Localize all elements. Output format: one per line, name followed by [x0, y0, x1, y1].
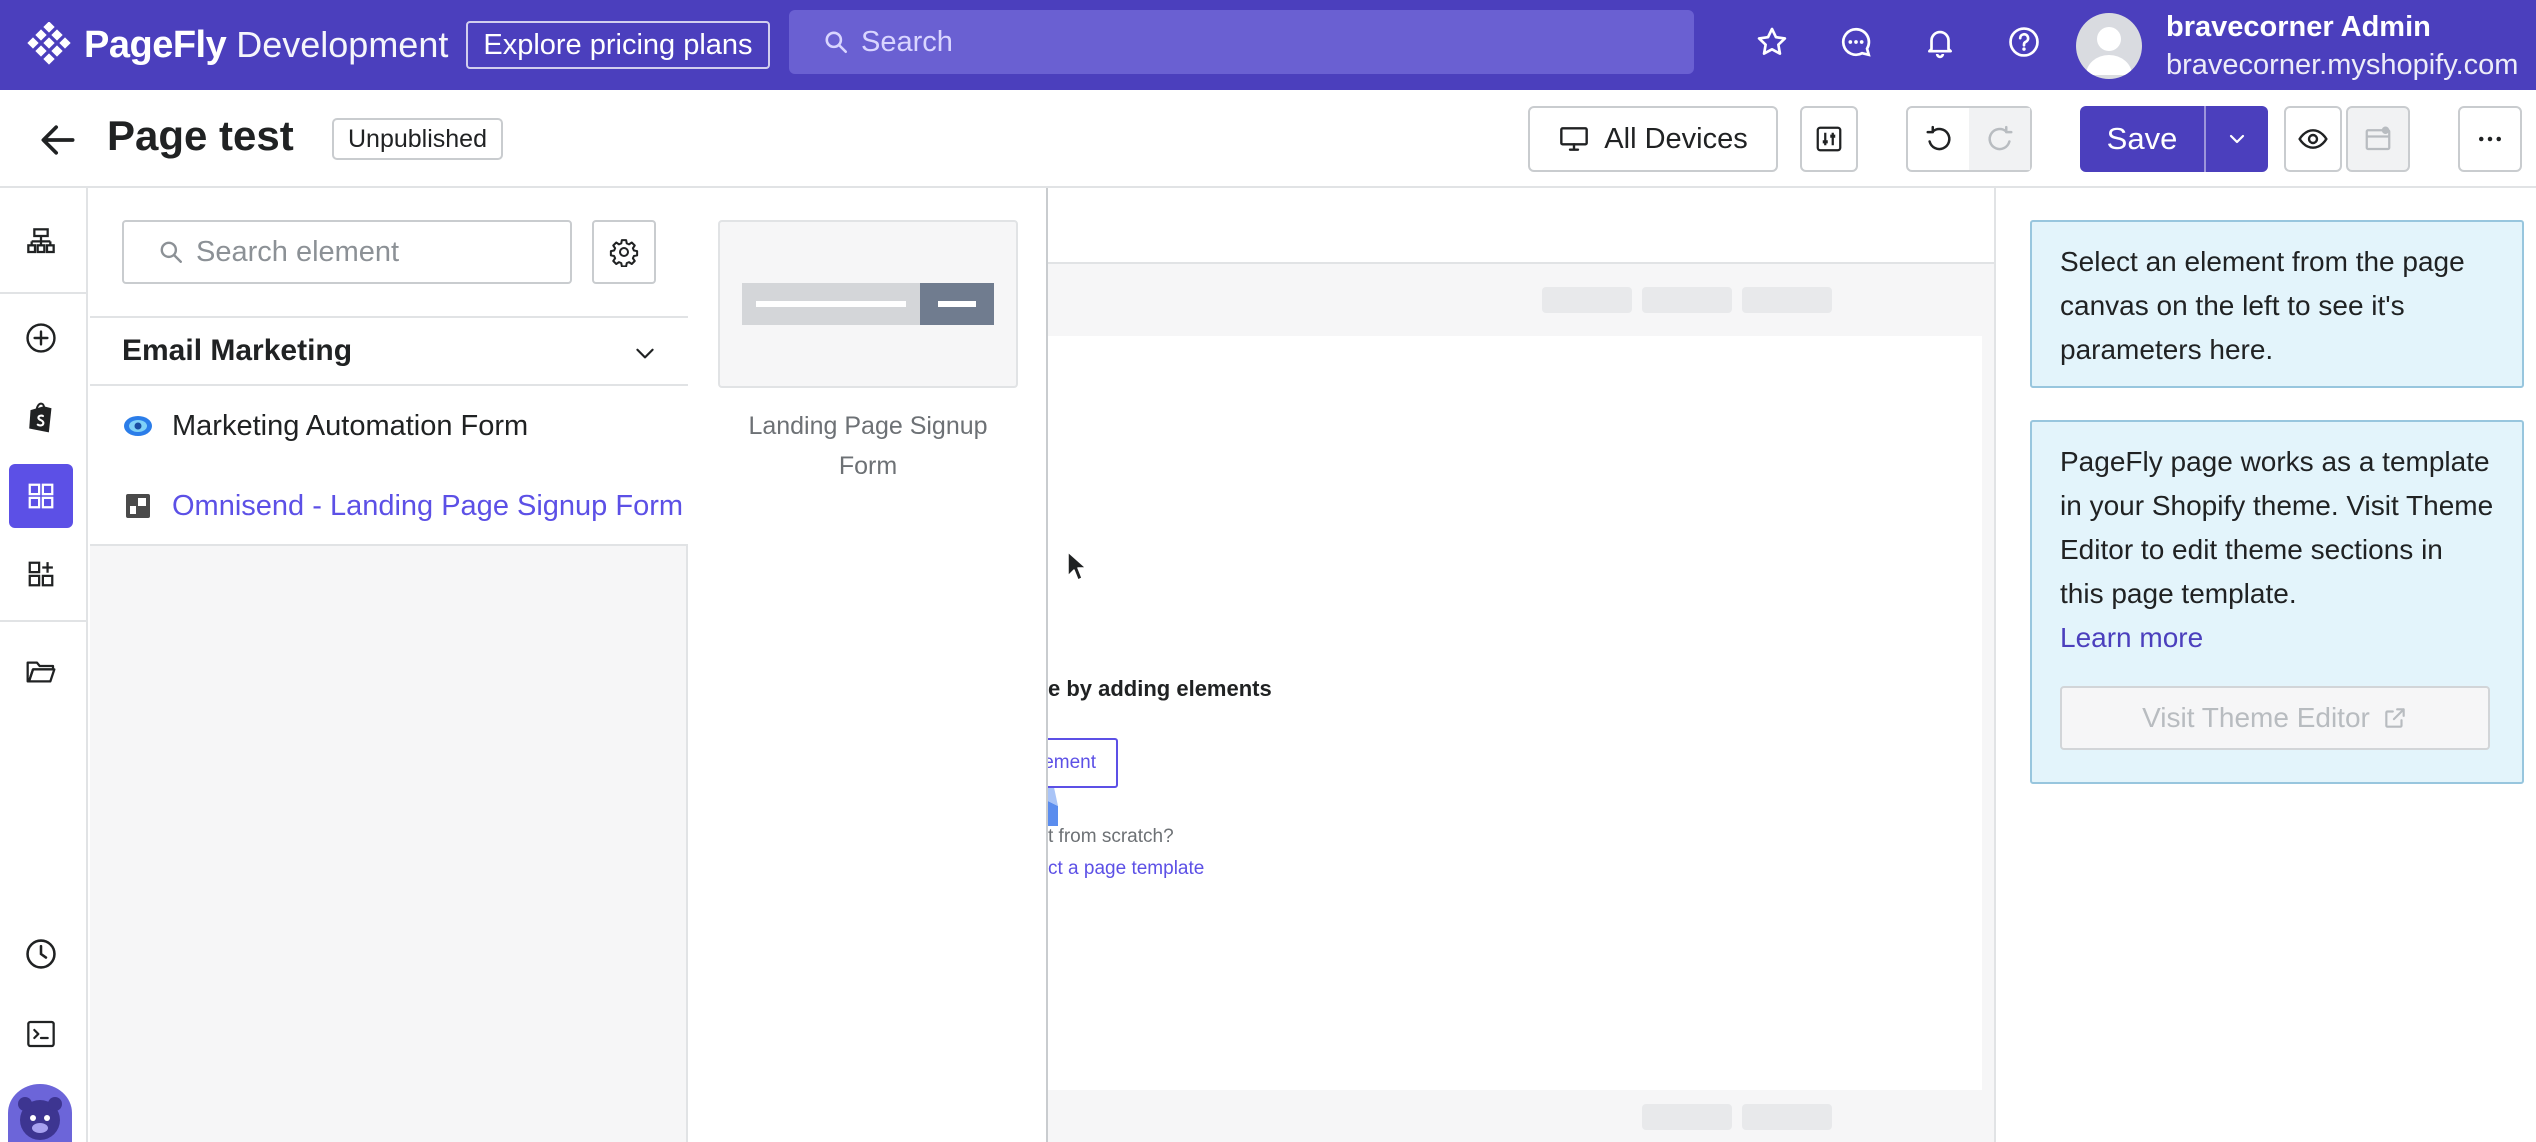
marketing-automation-logo-icon: [122, 410, 154, 442]
user-store: bravecorner.myshopify.com: [2166, 49, 2519, 81]
search-icon: [158, 239, 184, 265]
list-item-omnisend-signup-form[interactable]: Omnisend - Landing Page Signup Form: [90, 466, 688, 546]
user-info: bravecorner Admin bravecorner.myshopify.…: [2166, 8, 2518, 84]
user-name: bravecorner Admin: [2166, 11, 2431, 43]
folder-icon[interactable]: [9, 640, 73, 704]
page-title: Page test: [107, 112, 294, 159]
canvas-header-skeleton: [1048, 264, 1994, 336]
brand[interactable]: PageFly Development: [26, 22, 448, 68]
search-element-placeholder: Search element: [196, 235, 400, 268]
chat-icon[interactable]: [1834, 20, 1878, 64]
brand-name: PageFly: [84, 23, 227, 66]
eye-icon: [2297, 123, 2329, 155]
canvas-footer-skeleton: [1048, 1090, 1994, 1142]
element-panel: Search element Email Marketing Marketing…: [90, 188, 688, 1142]
help-icon[interactable]: [2002, 20, 2046, 64]
canvas-right-edge: [1982, 336, 1994, 1090]
ellipsis-icon: [2475, 124, 2505, 154]
redo-icon[interactable]: [1969, 108, 2030, 170]
chevron-down-icon: [632, 340, 658, 366]
element-panel-toolbar: Search element: [90, 188, 688, 316]
all-devices-button[interactable]: All Devices: [1528, 106, 1778, 172]
save-options-button[interactable]: [2206, 106, 2268, 172]
global-search-input[interactable]: Search: [789, 10, 1694, 74]
search-placeholder: Search: [861, 25, 953, 58]
editor-header: Page test Unpublished All Devices Save: [0, 90, 2536, 188]
list-item-label: Omnisend - Landing Page Signup Form: [172, 489, 684, 522]
element-settings-button[interactable]: [592, 220, 656, 284]
undo-redo-group: [1906, 106, 2032, 172]
visit-theme-editor-label: Visit Theme Editor: [2142, 702, 2370, 733]
omnisend-logo-icon: [122, 490, 154, 522]
layers-icon[interactable]: [9, 210, 73, 274]
preview-button[interactable]: [2284, 106, 2342, 172]
code-icon[interactable]: [9, 1002, 73, 1066]
canvas-body: [1048, 336, 1982, 1090]
star-icon[interactable]: [1750, 20, 1794, 64]
save-button[interactable]: Save: [2080, 106, 2206, 172]
empty-state-title: e by adding elements: [1048, 676, 1272, 701]
elements-icon[interactable]: [9, 464, 73, 528]
back-arrow-icon[interactable]: [36, 118, 80, 162]
signup-form-preview-icon: [742, 283, 994, 325]
undo-icon[interactable]: [1908, 108, 1969, 170]
add-element-button[interactable]: lement: [1048, 738, 1118, 788]
more-options-button[interactable]: [2458, 106, 2522, 172]
list-item-label: Marketing Automation Form: [172, 409, 529, 442]
desktop-icon: [1558, 123, 1604, 155]
bell-icon[interactable]: [1918, 20, 1962, 64]
external-link-icon: [2370, 705, 2408, 731]
variant-caption: Landing Page Signup Form: [748, 412, 988, 480]
pagefly-logo-icon: [26, 22, 72, 68]
add-icon[interactable]: [9, 306, 73, 370]
explore-pricing-button[interactable]: Explore pricing plans: [466, 21, 770, 69]
all-devices-label: All Devices: [1604, 122, 1748, 155]
search-element-input[interactable]: Search element: [122, 220, 572, 284]
skeleton-bar: [1642, 287, 1732, 313]
brand-env: Development: [236, 24, 449, 65]
history-icon[interactable]: [9, 922, 73, 986]
page-settings-button[interactable]: [1800, 106, 1858, 172]
inspector-panel: Select an element from the page canvas o…: [1994, 188, 2536, 1142]
publish-icon: [2363, 124, 2393, 154]
element-variants-panel: Landing Page Signup Form: [690, 188, 1048, 1142]
sliders-icon: [1814, 124, 1844, 154]
skeleton-bar: [1642, 1104, 1732, 1130]
rail-divider: [0, 620, 88, 622]
rail-divider: [0, 292, 88, 294]
theme-info-text: PageFly page works as a template in your…: [2060, 446, 2494, 609]
user-menu[interactable]: bravecorner Admin bravecorner.myshopify.…: [2076, 8, 2518, 84]
left-rail: [0, 188, 88, 1142]
category-title: Email Marketing: [122, 334, 353, 367]
visit-theme-editor-button[interactable]: Visit Theme Editor: [2060, 686, 2490, 750]
skeleton-bar: [1742, 287, 1832, 313]
gear-icon: [609, 237, 639, 267]
user-avatar-icon: [2076, 13, 2142, 79]
status-badge: Unpublished: [332, 118, 503, 160]
publish-button[interactable]: [2346, 106, 2410, 172]
select-template-link[interactable]: ct a page template: [1048, 858, 1204, 880]
search-icon: [823, 29, 849, 55]
theme-info-box: PageFly page works as a template in your…: [2030, 420, 2524, 784]
start-from-scratch-text: t from scratch?: [1048, 826, 1174, 847]
mouse-cursor-icon: [1066, 550, 1088, 584]
save-button-group: Save: [2080, 106, 2268, 172]
page-canvas[interactable]: e by adding elements lement t from scrat…: [1048, 188, 1994, 1142]
shopify-icon[interactable]: [9, 386, 73, 450]
top-bar: PageFly Development Explore pricing plan…: [0, 0, 2536, 90]
skeleton-bar: [1742, 1104, 1832, 1130]
avatar-icon[interactable]: [8, 1084, 72, 1142]
category-email-marketing[interactable]: Email Marketing: [90, 316, 688, 386]
chevron-down-icon: [2225, 127, 2249, 151]
top-icons: [1750, 20, 2046, 64]
list-item-marketing-automation-form[interactable]: Marketing Automation Form: [90, 386, 688, 466]
element-list: Marketing Automation Form Omnisend - Lan…: [90, 386, 688, 546]
variant-card-landing-page-signup[interactable]: [718, 220, 1018, 388]
add-section-icon[interactable]: [9, 542, 73, 606]
select-element-hint: Select an element from the page canvas o…: [2030, 220, 2524, 388]
learn-more-link[interactable]: Learn more: [2060, 616, 2494, 660]
skeleton-bar: [1542, 287, 1632, 313]
